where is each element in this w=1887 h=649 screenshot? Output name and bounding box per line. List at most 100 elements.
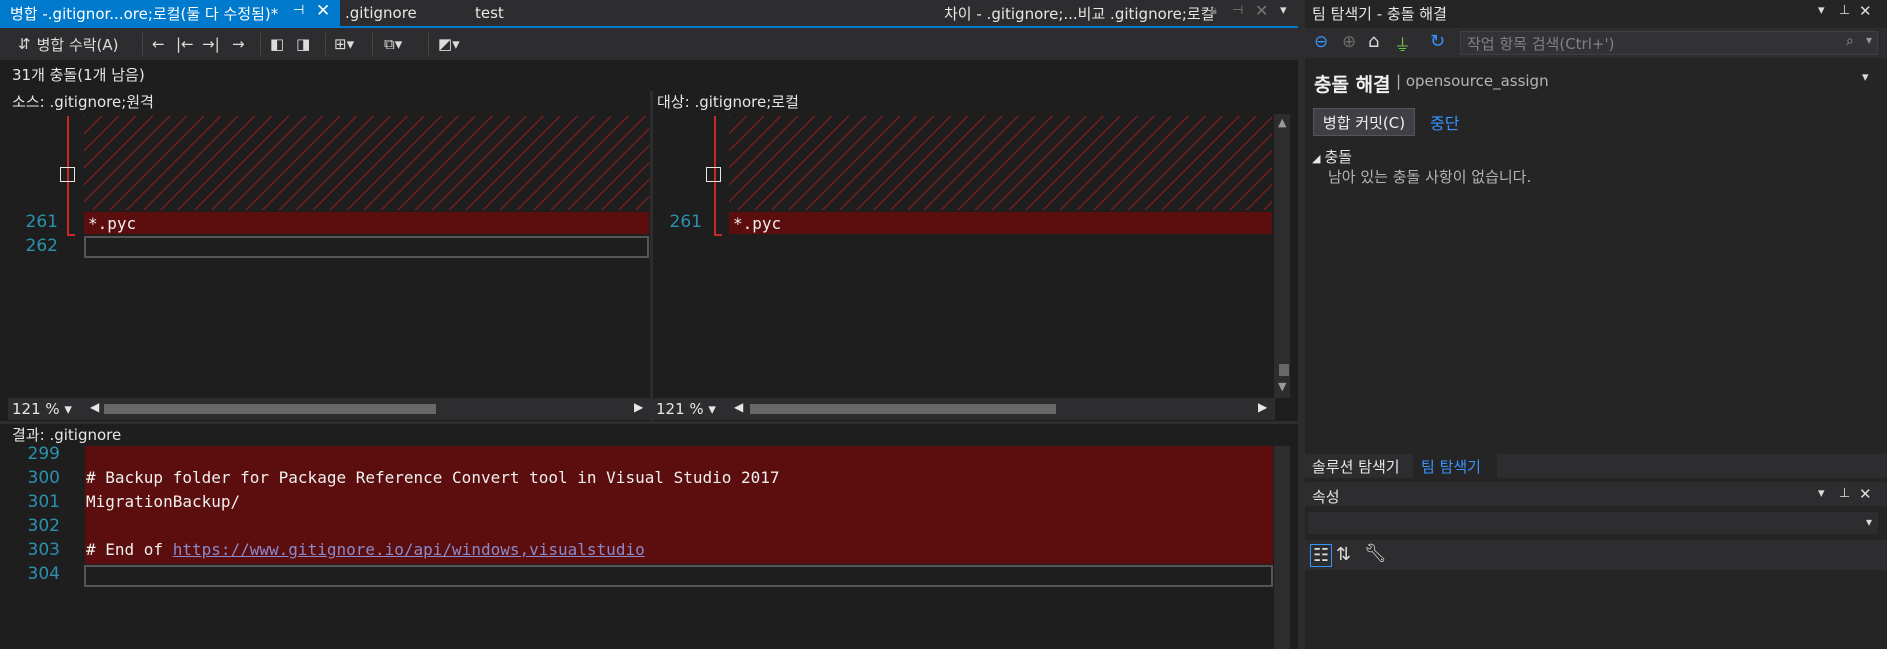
source-zoom[interactable]: 121 % ▾ (12, 400, 72, 418)
lock-icon: 🔒︎ (1210, 3, 1217, 18)
chevron-down-icon[interactable]: ▾ (1818, 486, 1825, 501)
target-zoom[interactable]: 121 % ▾ (656, 400, 716, 418)
close-icon[interactable]: ✕ (316, 1, 330, 21)
close-icon[interactable]: ✕ (1859, 485, 1872, 503)
chevron-down-icon[interactable]: ▾ (1818, 3, 1825, 18)
panel-splitter[interactable] (1298, 0, 1305, 649)
back-icon[interactable]: ⊖ (1314, 32, 1328, 52)
expand-icon: ◢ (1312, 152, 1321, 165)
tab-team-explorer[interactable]: 팀 탐색기 (1421, 456, 1481, 477)
h-scroll-thumb[interactable] (104, 404, 436, 414)
tab-test-label: test (475, 4, 504, 22)
target-code-line[interactable]: *.pyc (729, 212, 1272, 234)
scroll-right-icon[interactable]: ▶ (1258, 400, 1267, 414)
forward-icon[interactable]: ⊕ (1342, 32, 1356, 52)
compare-options-icon[interactable]: ⧉▾ (384, 32, 402, 56)
properties-header (1305, 482, 1887, 506)
work-item-search[interactable]: 작업 항목 검색(Ctrl+') (1460, 31, 1878, 55)
scroll-up-icon[interactable]: ▲ (1278, 116, 1286, 129)
line-number: 300 (27, 468, 60, 488)
close-icon[interactable]: ✕ (1859, 2, 1872, 20)
v-scroll-thumb[interactable] (1279, 364, 1289, 376)
target-label-key: 대상: (657, 93, 690, 111)
result-label-value: .gitignore (49, 426, 122, 444)
result-code-line[interactable]: # End of https://www.gitignore.io/api/wi… (86, 540, 645, 559)
target-zoom-value: 121 % (656, 400, 704, 418)
source-accept-checkbox[interactable] (60, 167, 75, 182)
chevron-down-icon[interactable]: ▾ (1862, 70, 1869, 85)
first-conflict-icon[interactable]: |← (176, 32, 194, 56)
scroll-right-icon[interactable]: ▶ (634, 400, 643, 414)
conflicts-section-header[interactable]: ◢ 충돌 (1312, 146, 1352, 167)
properties-title: 속성 (1312, 488, 1340, 506)
tab-merge-gitignore[interactable]: 병합 - .gitignor...ore;로컬(둘 다 수정됨)* ⊣ ✕ (0, 0, 340, 26)
tab-test[interactable]: test (475, 0, 504, 26)
target-label: 대상: .gitignore;로컬 (657, 91, 799, 113)
plug-icon[interactable]: ⏚ (1394, 31, 1411, 56)
scroll-down-icon[interactable]: ▼ (1278, 380, 1286, 393)
arrow-right-icon[interactable]: → (232, 32, 245, 56)
search-icon[interactable]: ⌕ (1846, 33, 1854, 49)
chevron-down-icon[interactable]: ▾ (1866, 515, 1872, 529)
view-options-icon[interactable]: ◩▾ (438, 32, 460, 56)
line-number: 301 (27, 492, 60, 512)
code-text: *.pyc (88, 213, 137, 233)
arrow-left-icon[interactable]: ← (152, 32, 165, 56)
take-left-icon[interactable]: ◧ (270, 32, 284, 56)
tab-gitignore[interactable]: .gitignore (345, 0, 417, 26)
line-number: 299 (27, 444, 60, 464)
scroll-left-icon[interactable]: ◀ (90, 400, 99, 414)
toolbar-separator (372, 33, 373, 55)
v-scrollbar[interactable] (1274, 114, 1290, 398)
tab-gitignore-label: .gitignore (345, 4, 417, 22)
target-label-value: .gitignore;로컬 (694, 93, 799, 111)
pin-icon[interactable]: ⊣ (293, 3, 304, 18)
source-code-line[interactable]: *.pyc (84, 212, 649, 234)
merge-commit-button[interactable]: 병합 커밋(C) (1313, 108, 1415, 136)
result-code-line[interactable]: MigrationBackup/ (86, 492, 240, 511)
result-label-key: 결과: (12, 426, 45, 444)
close-icon[interactable]: ✕ (1255, 1, 1268, 20)
merge-commit-label: 병합 커밋(C) (1322, 113, 1406, 132)
merge-icon: ⇵ (18, 35, 31, 53)
line-number: 303 (27, 540, 60, 560)
take-right-icon[interactable]: ◨ (296, 32, 310, 56)
properties-object-select[interactable] (1308, 512, 1878, 534)
wrench-icon[interactable]: 🔧︎ (1364, 543, 1387, 564)
tab-merge-prefix: 병합 - (10, 4, 48, 23)
tab-merge-label: .gitignor...ore;로컬(둘 다 수정됨)* (47, 4, 279, 23)
result-empty-line[interactable] (84, 565, 1273, 587)
chevron-down-icon[interactable]: ▾ (1866, 33, 1872, 47)
chevron-down-icon[interactable]: ▾ (1280, 3, 1287, 18)
layout-icon[interactable]: ⊞▾ (334, 32, 354, 56)
refresh-icon[interactable]: ↻ (1430, 31, 1445, 52)
merge-toolbar (0, 28, 1298, 60)
abort-link[interactable]: 중단 (1430, 110, 1459, 134)
conflicts-header-label: 충돌 (1324, 148, 1353, 166)
no-conflicts-message: 남아 있는 충돌 사항이 없습니다. (1328, 168, 1532, 186)
categorized-icon[interactable]: ☷ (1310, 544, 1333, 567)
alphabetical-icon[interactable]: ⇅ (1336, 544, 1351, 565)
pin-icon[interactable]: ⊥ (1839, 3, 1850, 18)
pin-icon[interactable]: ⊥ (1839, 486, 1850, 501)
gitignore-link[interactable]: https://www.gitignore.io/api/windows,vis… (173, 540, 645, 559)
h-scroll-thumb[interactable] (750, 404, 1056, 414)
source-empty-line[interactable] (84, 236, 649, 258)
target-accept-checkbox[interactable] (706, 167, 721, 182)
empty-region (729, 116, 1272, 210)
tab-diff-label: 차이 - .gitignore;...비교 .gitignore;로컬 (944, 4, 1215, 23)
tab-solution-explorer[interactable]: 솔루션 탐색기 (1312, 456, 1400, 477)
accept-merge-button[interactable]: ⇵ 병합 수락(A) (18, 32, 119, 56)
v-scrollbar[interactable] (1274, 446, 1290, 649)
source-label: 소스: .gitignore;원격 (12, 91, 154, 113)
conflict-count: 31개 충돌(1개 남음) (12, 66, 145, 84)
home-icon[interactable]: ⌂ (1368, 31, 1379, 52)
toolbar-separator (428, 33, 429, 55)
pane-splitter[interactable] (0, 421, 1298, 424)
result-code-line[interactable]: # Backup folder for Package Reference Co… (86, 468, 780, 487)
pin-icon[interactable]: ⊣ (1232, 3, 1243, 18)
scroll-left-icon[interactable]: ◀ (734, 400, 743, 414)
last-conflict-icon[interactable]: →| (202, 32, 220, 56)
tab-diff-gitignore[interactable]: 차이 - .gitignore;...비교 .gitignore;로컬 (944, 0, 1214, 26)
line-number: 261 (25, 212, 58, 232)
